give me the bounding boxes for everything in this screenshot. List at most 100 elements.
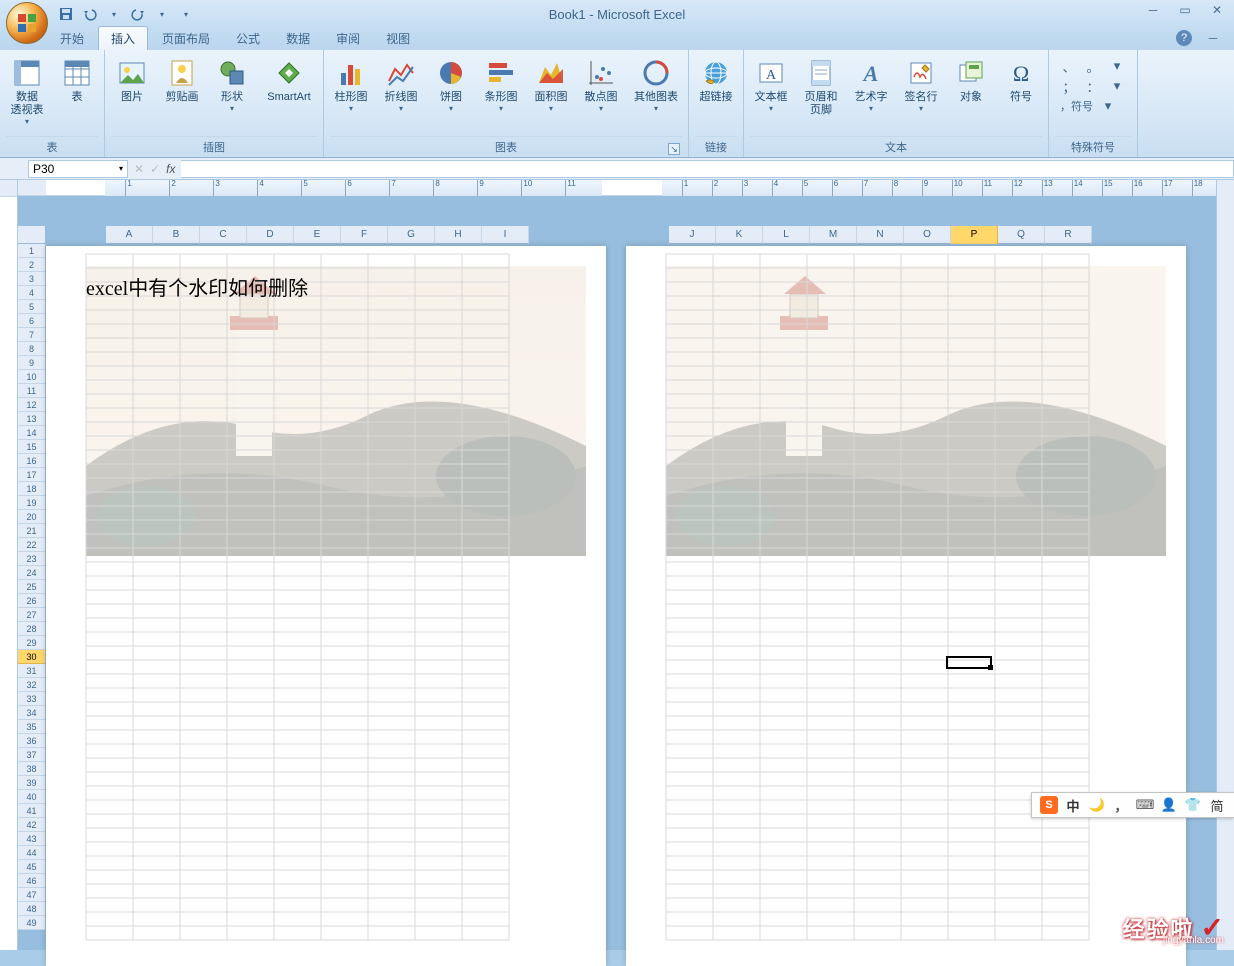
tab-insert[interactable]: 插入 [98,26,148,50]
ime-moon-icon[interactable]: 🌙 [1088,796,1106,814]
ime-simplified-icon[interactable]: 简 [1208,796,1226,814]
row-header-43[interactable]: 43 [18,832,45,846]
page-1[interactable]: excel中有个水印如何删除 [46,246,606,950]
row-header-23[interactable]: 23 [18,552,45,566]
row-header-31[interactable]: 31 [18,664,45,678]
row-header-17[interactable]: 17 [18,468,45,482]
row-header-19[interactable]: 19 [18,496,45,510]
col-header-N[interactable]: N [857,226,904,244]
clipart-button[interactable]: 剪贴画 [161,53,203,104]
sp-dot3[interactable]: ▾ [1107,57,1127,75]
sp-colon[interactable]: ： [1083,77,1103,95]
row-header-16[interactable]: 16 [18,454,45,468]
hyperlink-button[interactable]: 超链接 [695,53,737,104]
tab-page-layout[interactable]: 页面布局 [150,27,222,50]
object-button[interactable]: 对象 [950,53,992,104]
row-header-45[interactable]: 45 [18,860,45,874]
picture-button[interactable]: 图片 [111,53,153,104]
row-header-12[interactable]: 12 [18,398,45,412]
ime-toolbar[interactable]: S 中 🌙 ， ⌨ 👤 👕 简 [1031,792,1234,818]
row-header-39[interactable]: 39 [18,776,45,790]
charts-dialog-launcher[interactable]: ↘ [668,143,680,155]
header-footer-button[interactable]: 页眉和 页脚 [800,53,842,117]
area-chart-button[interactable]: 面积图▾ [530,53,572,113]
line-chart-button[interactable]: 折线图▾ [380,53,422,113]
row-header-21[interactable]: 21 [18,524,45,538]
row-header-38[interactable]: 38 [18,762,45,776]
undo-dropdown-icon[interactable]: ▾ [104,4,124,24]
tab-data[interactable]: 数据 [274,27,322,50]
row-header-28[interactable]: 28 [18,622,45,636]
formula-cancel-icon[interactable]: ✕ [134,162,144,176]
redo-icon[interactable] [128,4,148,24]
name-box-dropdown-icon[interactable]: ▾ [119,164,123,173]
col-header-K[interactable]: K [716,226,763,244]
tab-start[interactable]: 开始 [48,27,96,50]
formula-enter-icon[interactable]: ✓ [150,162,160,176]
ime-keyboard-icon[interactable]: ⌨ [1136,796,1154,814]
name-box[interactable]: P30 ▾ [28,160,128,178]
fx-icon[interactable]: fx [166,162,175,176]
col-header-H[interactable]: H [435,226,482,244]
column-headers-right[interactable]: JKLMNOPQR [669,226,1092,244]
col-header-G[interactable]: G [388,226,435,244]
ime-cn-icon[interactable]: 中 [1064,796,1082,814]
col-header-Q[interactable]: Q [998,226,1045,244]
row-header-36[interactable]: 36 [18,734,45,748]
row-header-1[interactable]: 1 [18,244,45,258]
col-header-M[interactable]: M [810,226,857,244]
ime-comma-icon[interactable]: ， [1112,796,1130,814]
maximize-button[interactable]: ▭ [1172,2,1198,18]
tab-view[interactable]: 视图 [374,27,422,50]
row-header-6[interactable]: 6 [18,314,45,328]
row-header-15[interactable]: 15 [18,440,45,454]
row-header-4[interactable]: 4 [18,286,45,300]
row-header-20[interactable]: 20 [18,510,45,524]
row-headers[interactable]: 1234567891011121314151617181920212223242… [18,244,46,930]
col-header-F[interactable]: F [341,226,388,244]
row-header-29[interactable]: 29 [18,636,45,650]
sp-semi[interactable]: ； [1059,77,1079,95]
workbook-minimize-button[interactable]: ─ [1200,30,1226,46]
row-header-41[interactable]: 41 [18,804,45,818]
col-header-C[interactable]: C [200,226,247,244]
signature-button[interactable]: 签名行▾ [900,53,942,113]
textbox-button[interactable]: A文本框▾ [750,53,792,113]
column-headers-left[interactable]: ABCDEFGHI [106,226,529,244]
vertical-scrollbar[interactable] [1216,180,1234,950]
qat-customize-icon[interactable]: ▾ [176,4,196,24]
minimize-button[interactable]: ─ [1140,2,1166,18]
col-header-R[interactable]: R [1045,226,1092,244]
bar-chart-button[interactable]: 条形图▾ [480,53,522,113]
page-2[interactable] [626,246,1186,950]
row-header-18[interactable]: 18 [18,482,45,496]
pivot-table-button[interactable]: 数据 透视表▾ [6,53,48,126]
row-header-46[interactable]: 46 [18,874,45,888]
sp-dot1[interactable]: 、 [1059,57,1079,75]
row-header-25[interactable]: 25 [18,580,45,594]
col-header-D[interactable]: D [247,226,294,244]
sp-drop[interactable]: ▾ [1098,97,1118,115]
row-header-48[interactable]: 48 [18,902,45,916]
col-header-L[interactable]: L [763,226,810,244]
ime-user-icon[interactable]: 👤 [1160,796,1178,814]
row-header-8[interactable]: 8 [18,342,45,356]
column-chart-button[interactable]: 柱形图▾ [330,53,372,113]
table-button[interactable]: 表 [56,53,98,104]
sp-symbol-label[interactable]: ，符号 [1059,97,1094,115]
col-header-B[interactable]: B [153,226,200,244]
ime-shirt-icon[interactable]: 👕 [1184,796,1202,814]
col-header-A[interactable]: A [106,226,153,244]
row-header-37[interactable]: 37 [18,748,45,762]
row-header-35[interactable]: 35 [18,720,45,734]
row-header-24[interactable]: 24 [18,566,45,580]
row-header-32[interactable]: 32 [18,678,45,692]
row-header-11[interactable]: 11 [18,384,45,398]
row-header-3[interactable]: 3 [18,272,45,286]
scatter-chart-button[interactable]: 散点图▾ [580,53,622,113]
tab-review[interactable]: 审阅 [324,27,372,50]
office-button[interactable] [6,2,48,44]
other-charts-button[interactable]: 其他图表▾ [630,53,682,113]
col-header-P[interactable]: P [951,226,998,244]
row-header-9[interactable]: 9 [18,356,45,370]
